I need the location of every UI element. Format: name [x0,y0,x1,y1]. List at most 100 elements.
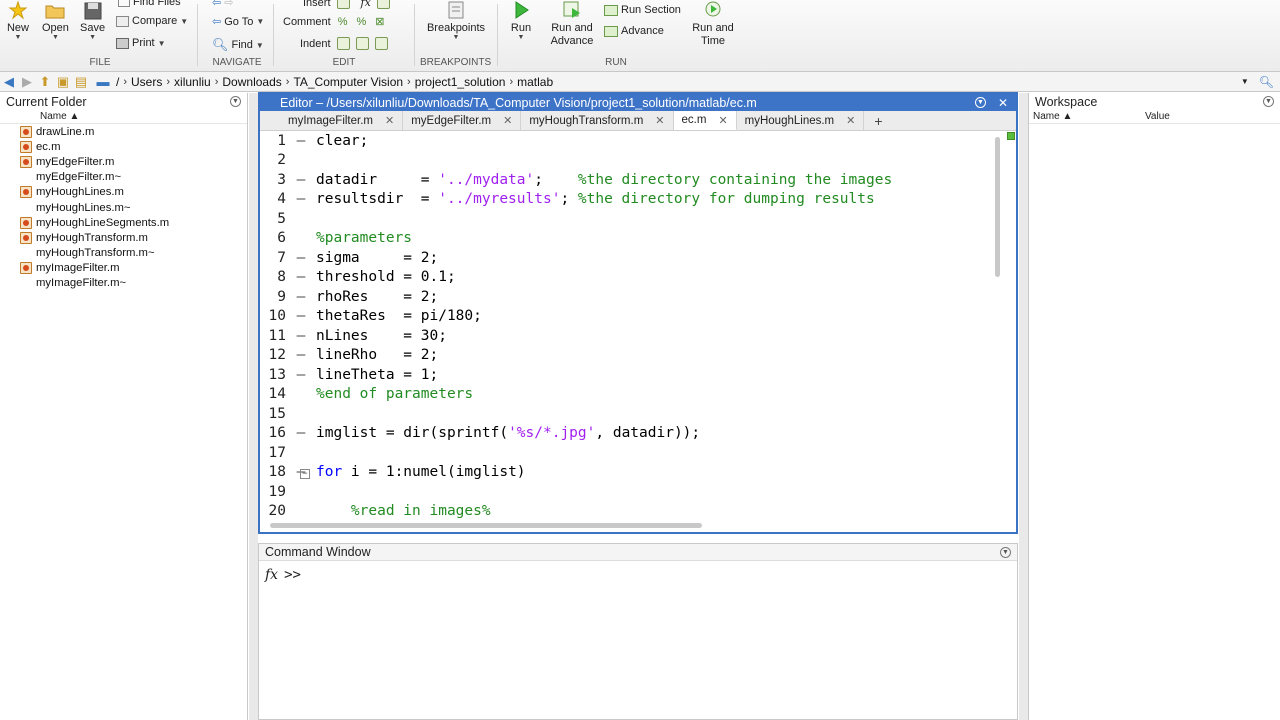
indent-button[interactable]: Indent [300,37,388,50]
run-button[interactable]: Run ▼ [508,0,534,42]
close-icon[interactable]: ✕ [998,96,1008,110]
tab-myhoughlines[interactable]: myHoughLines.m ✕ [737,111,865,130]
code-line[interactable]: 13– lineTheta = 1; [260,365,990,385]
close-icon[interactable]: ✕ [718,114,727,127]
code-line[interactable]: 6 %parameters [260,229,990,249]
code-line[interactable]: 1– clear; [260,131,990,151]
function-browser-icon[interactable]: fx [265,567,278,583]
breadcrumb[interactable]: matlab [517,75,553,89]
breakpoint-gutter[interactable]: – [286,308,316,324]
code-line[interactable]: 17 [260,443,990,463]
close-icon[interactable]: ✕ [503,114,512,127]
code-line[interactable]: 12– lineRho = 2; [260,346,990,366]
splitter-vertical[interactable] [1019,93,1028,720]
chevron-down-icon[interactable]: ▼ [52,34,59,42]
breadcrumb[interactable]: Users [131,75,162,89]
command-window[interactable]: Command Window ▼ fx >> [258,543,1018,720]
breakpoint-gutter[interactable]: – [286,367,316,383]
panel-menu-icon[interactable]: ▼ [1263,96,1274,107]
breakpoint-gutter[interactable]: – [286,133,316,149]
search-icon[interactable]: 🔍︎ [1259,75,1274,89]
new-button[interactable]: New ▼ [6,0,30,42]
code-area[interactable]: 1– clear; 2 3– datadir = '../mydata'; %the d… [260,131,990,521]
vertical-scrollbar[interactable] [994,131,1002,381]
code-line[interactable]: 16– imglist = dir(sprintf('%s/*.jpg', dat… [260,424,990,444]
advance-button[interactable]: Advance [604,25,664,37]
breakpoint-gutter[interactable]: – [286,425,316,441]
horizontal-scrollbar[interactable] [260,522,990,530]
file-list-item[interactable]: drawLine.m [0,124,247,139]
back-forward-buttons[interactable]: ⇦ ⇨ [212,0,233,9]
breadcrumb[interactable]: Downloads [222,75,281,89]
fold-icon[interactable]: − [300,469,310,480]
back-arrow-icon[interactable]: ◀ [0,74,18,90]
code-line[interactable]: 14 %end of parameters [260,385,990,405]
column-header-name[interactable]: Name ▲ [0,110,247,124]
new-tab-button[interactable]: + [864,111,892,130]
file-list-item[interactable]: myHoughLines.m~ [0,200,247,215]
code-line[interactable]: 4– resultsdir = '../myresults'; %the dire… [260,190,990,210]
close-icon[interactable]: ✕ [655,114,664,127]
panel-menu-icon[interactable]: ▼ [230,96,241,107]
browse-folder-icon[interactable]: ▣ [54,74,72,90]
panel-menu-icon[interactable]: ▼ [1000,546,1011,558]
breadcrumb[interactable]: TA_Computer Vision [293,75,403,89]
print-button[interactable]: Print ▼ [116,37,166,49]
tab-myedgefilter[interactable]: myEdgeFilter.m ✕ [403,111,522,130]
tab-ec[interactable]: ec.m ✕ [673,111,737,130]
breakpoint-gutter[interactable]: – [286,172,316,188]
chevron-down-icon[interactable]: ▼ [1241,77,1249,86]
chevron-down-icon[interactable]: ▼ [89,34,96,42]
code-line[interactable]: 20 %read in images% [260,502,990,522]
code-analyzer-status-icon[interactable] [1007,132,1015,140]
file-list-item[interactable]: myHoughTransform.m~ [0,246,247,261]
column-header-value[interactable]: Value [1145,111,1170,122]
splitter-vertical[interactable] [249,93,258,720]
file-list-item[interactable]: ec.m [0,139,247,154]
open-folder-icon[interactable]: ▤ [72,74,90,90]
file-list-item[interactable]: myHoughLines.m [0,185,247,200]
chevron-down-icon[interactable]: ▼ [518,34,525,42]
breakpoint-gutter[interactable]: – [286,191,316,207]
breakpoint-gutter[interactable]: – [286,269,316,285]
command-prompt[interactable]: fx >> [259,561,1017,589]
close-icon[interactable]: ✕ [846,114,855,127]
run-and-time-button[interactable]: Run and Time [688,0,738,48]
column-header-name[interactable]: Name ▲ [1029,111,1145,122]
panel-menu-icon[interactable]: ▼ [974,97,986,108]
find-button[interactable]: 🔍︎ Find ▼ [212,37,264,53]
scroll-thumb[interactable] [270,523,702,528]
run-section-button[interactable]: Run Section [604,4,681,16]
file-list-item[interactable]: myHoughLineSegments.m [0,215,247,230]
file-list-item[interactable]: myEdgeFilter.m [0,154,247,169]
code-line[interactable]: 2 [260,151,990,171]
code-line[interactable]: 10– thetaRes = pi/180; [260,307,990,327]
up-folder-icon[interactable]: ⬆ [36,74,54,90]
scroll-thumb[interactable] [995,137,1000,277]
go-to-button[interactable]: ⇦ Go To ▼ [212,15,264,29]
save-button[interactable]: Save ▼ [80,0,105,42]
tab-myimagefilter[interactable]: myImageFilter.m ✕ [280,111,404,130]
code-line[interactable]: 5 [260,209,990,229]
breakpoint-gutter[interactable]: – [286,347,316,363]
code-line[interactable]: 18– − for i = 1:numel(imglist) [260,463,990,483]
breakpoints-button[interactable]: Breakpoints ▼ [426,0,486,42]
code-line[interactable]: 9– rhoRes = 2; [260,287,990,307]
chevron-down-icon[interactable]: ▼ [453,34,460,42]
breadcrumb[interactable]: project1_solution [415,75,506,89]
file-list-item[interactable]: myEdgeFilter.m~ [0,170,247,185]
insert-button[interactable]: Insert fx [303,0,390,9]
file-list-item[interactable]: myImageFilter.m~ [0,276,247,291]
breakpoint-gutter[interactable]: – [286,328,316,344]
code-line[interactable]: 3– datadir = '../mydata'; %the directory … [260,170,990,190]
close-icon[interactable]: ✕ [385,114,394,127]
breadcrumb[interactable]: xilunliu [174,75,211,89]
forward-arrow-icon[interactable]: ▶ [18,74,36,90]
breadcrumb-root[interactable]: / [116,75,119,89]
code-line[interactable]: 15 [260,404,990,424]
tab-myhoughtransform[interactable]: myHoughTransform.m ✕ [521,111,674,130]
file-list-item[interactable]: myHoughTransform.m [0,230,247,245]
compare-button[interactable]: Compare ▼ [116,15,188,27]
open-button[interactable]: Open ▼ [42,0,69,42]
code-line[interactable]: 11– nLines = 30; [260,326,990,346]
